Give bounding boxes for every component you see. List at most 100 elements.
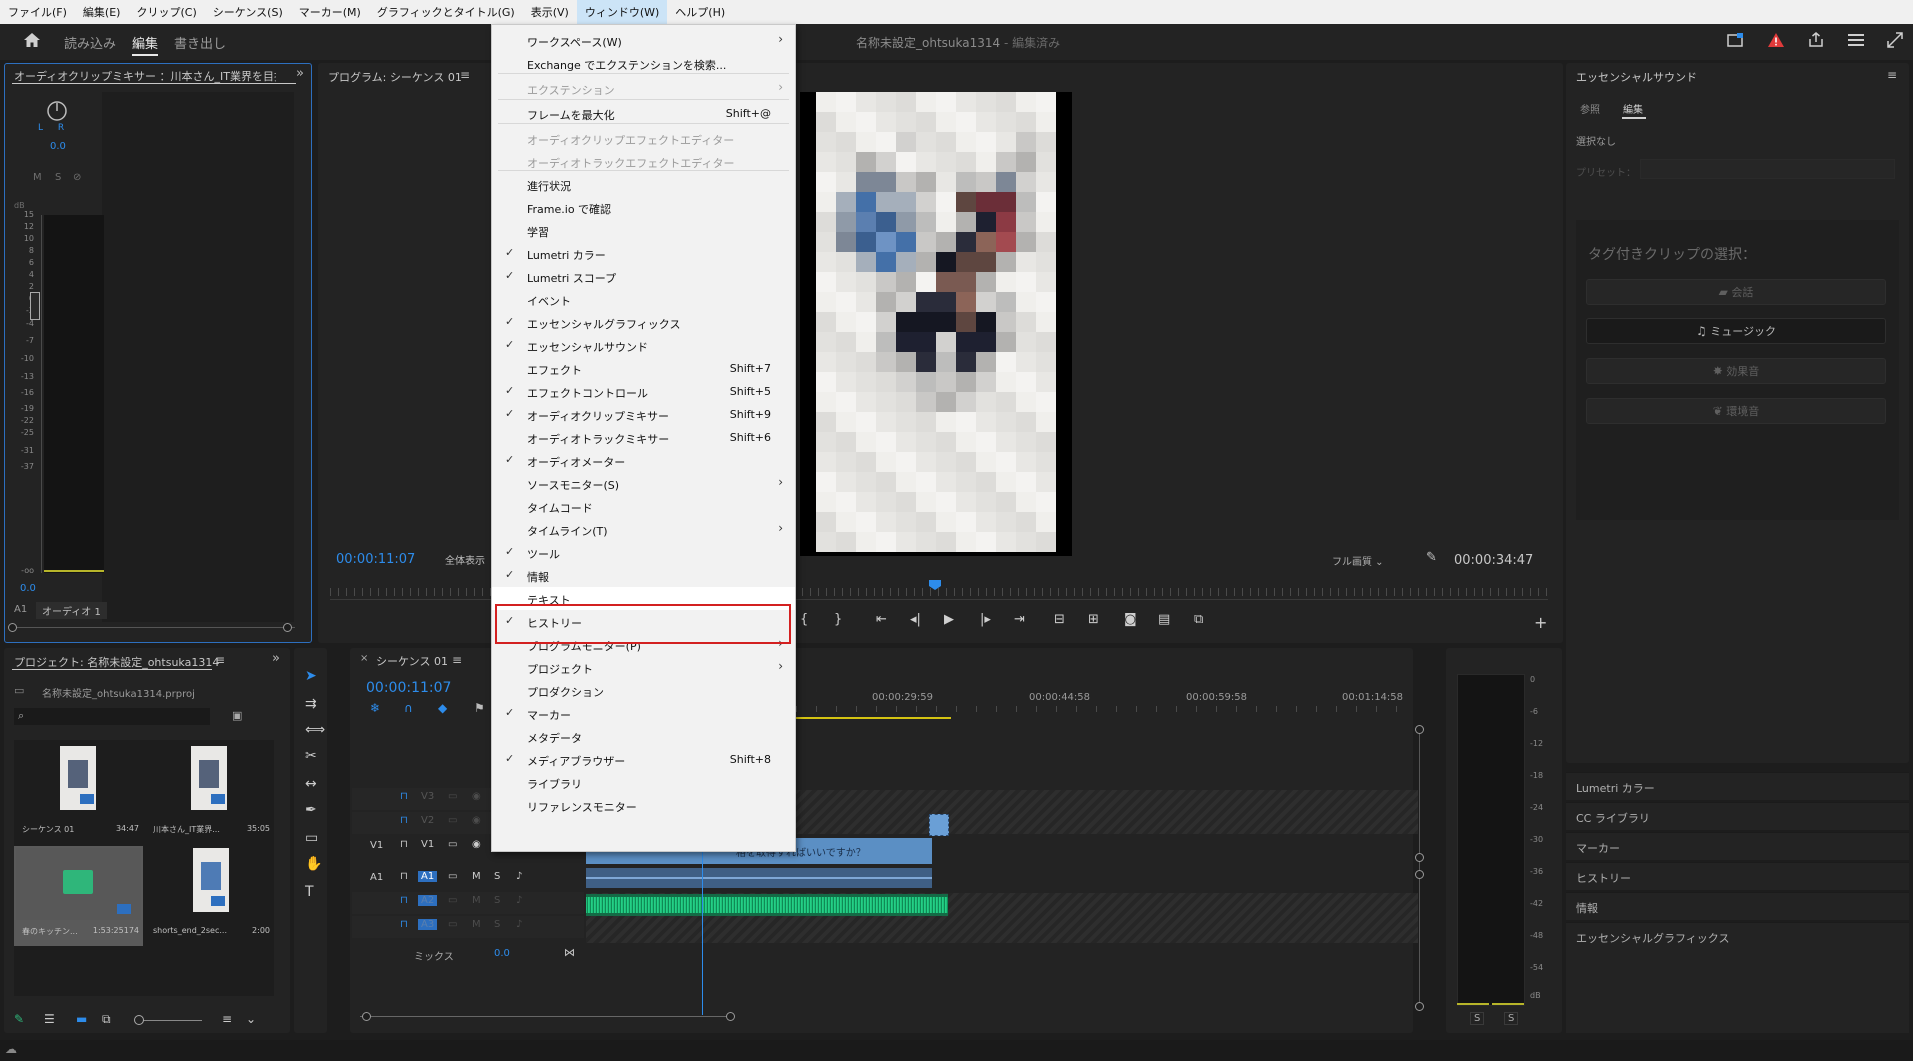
home-icon[interactable] bbox=[22, 32, 42, 52]
track-select-tool-icon[interactable]: ⇉ bbox=[305, 696, 317, 712]
go-to-in-icon[interactable]: ⇤ bbox=[876, 612, 887, 627]
menu-file[interactable]: ファイル(F) bbox=[0, 0, 75, 24]
keyframe-button[interactable]: ⊘ bbox=[73, 172, 81, 183]
freeform-view-icon[interactable]: ⧉ bbox=[102, 1012, 111, 1027]
menu-item[interactable]: オーディオクリップエフェクトエディター bbox=[492, 127, 795, 150]
menu-item[interactable]: イベント bbox=[492, 288, 795, 311]
mark-in-icon[interactable]: { bbox=[800, 612, 808, 627]
preset-dropdown[interactable] bbox=[1640, 159, 1895, 179]
timeline-settings-icon[interactable]: ⚑ bbox=[474, 701, 485, 715]
export-frame-icon[interactable]: ◙ bbox=[1124, 612, 1137, 627]
track-lock-icon[interactable]: ⊓ bbox=[400, 815, 408, 826]
scroll-handle-right[interactable] bbox=[283, 623, 292, 632]
razor-tool-icon[interactable]: ✂ bbox=[305, 748, 317, 764]
menu-item[interactable]: ✓ エッセンシャルサウンド bbox=[492, 334, 795, 357]
icon-view-icon[interactable]: ▬ bbox=[76, 1012, 87, 1026]
source-patch-v1[interactable]: V1 bbox=[370, 840, 383, 851]
hand-tool-icon[interactable]: ✋ bbox=[305, 856, 322, 872]
sequence-menu-icon[interactable]: ≡ bbox=[452, 653, 462, 667]
menu-item[interactable]: ✓ エフェクトコントロール Shift+5 bbox=[492, 380, 795, 403]
track-sync-icon[interactable]: ▭ bbox=[448, 839, 457, 850]
collapsed-panel[interactable]: Lumetri カラー bbox=[1566, 772, 1909, 800]
project-item[interactable]: シーケンス 01 34:47 bbox=[14, 744, 143, 844]
play-icon[interactable]: ▶ bbox=[944, 612, 954, 627]
menu-item[interactable]: メタデータ bbox=[492, 725, 795, 748]
track-header[interactable]: ⊓ A2 ▭ M S ♪ bbox=[352, 892, 584, 914]
track-name[interactable]: V1 bbox=[418, 839, 437, 850]
collapsed-panel[interactable]: CC ライブラリ bbox=[1566, 802, 1909, 830]
clip-a1[interactable] bbox=[586, 868, 932, 888]
menu-item[interactable]: ✓ マーカー bbox=[492, 702, 795, 725]
menu-clip[interactable]: クリップ(C) bbox=[128, 0, 204, 24]
track-solo-icon[interactable]: S bbox=[494, 919, 500, 930]
timeline-scroll-left[interactable] bbox=[362, 1012, 371, 1021]
menu-graphics[interactable]: グラフィックとタイトル(G) bbox=[369, 0, 523, 24]
track-fx-icon[interactable]: ▭ bbox=[448, 895, 457, 906]
menu-item[interactable]: ✓ オーディオクリップミキサー Shift+9 bbox=[492, 403, 795, 426]
program-timecode[interactable]: 00:00:11:07 bbox=[336, 552, 415, 567]
mix-value[interactable]: 0.0 bbox=[494, 948, 510, 959]
track-name[interactable]: A3 bbox=[418, 919, 438, 930]
menu-item[interactable]: オーディオトラックミキサー Shift+6 bbox=[492, 426, 795, 449]
share-icon[interactable] bbox=[1806, 32, 1826, 52]
track-fx-icon[interactable]: ▭ bbox=[448, 871, 457, 882]
track-mute-icon[interactable]: M bbox=[472, 919, 481, 930]
menu-item[interactable]: ✓ ツール bbox=[492, 541, 795, 564]
clip-v2[interactable] bbox=[929, 814, 949, 836]
solo-button[interactable]: S bbox=[55, 172, 61, 183]
collapsed-panel[interactable]: 情報 bbox=[1566, 892, 1909, 920]
mixer-scrollbar[interactable] bbox=[10, 627, 295, 628]
track-lock-icon[interactable]: ⊓ bbox=[400, 895, 408, 906]
menu-window[interactable]: ウィンドウ(W) bbox=[576, 0, 668, 24]
collapsed-panel[interactable]: エッセンシャルグラフィックス bbox=[1566, 922, 1909, 950]
linked-selection-icon[interactable]: ∩ bbox=[404, 701, 413, 715]
add-button-icon[interactable]: + bbox=[1534, 613, 1547, 632]
sequence-tab[interactable]: シーケンス 01 bbox=[376, 653, 448, 669]
sort-dropdown-icon[interactable]: ⌄ bbox=[246, 1012, 256, 1026]
menu-item[interactable]: ライブラリ bbox=[492, 771, 795, 794]
wrench-icon[interactable]: ✎ bbox=[1426, 550, 1437, 565]
menu-item[interactable]: エフェクト Shift+7 bbox=[492, 357, 795, 380]
menu-marker[interactable]: マーカー(M) bbox=[291, 0, 369, 24]
menu-help[interactable]: ヘルプ(H) bbox=[667, 0, 733, 24]
slip-tool-icon[interactable]: ↔ bbox=[305, 776, 317, 792]
menu-item[interactable]: 進行状況 bbox=[492, 173, 795, 196]
timeline-scrollbar[interactable] bbox=[360, 1016, 732, 1017]
fader-value[interactable]: 0.0 bbox=[20, 583, 36, 594]
menu-item[interactable]: フレームを最大化 Shift+@ bbox=[492, 102, 795, 125]
track-header[interactable]: ⊓ A3 ▭ M S ♪ bbox=[352, 916, 584, 938]
track-sync-icon[interactable]: ▭ bbox=[448, 791, 457, 802]
go-to-out-icon[interactable]: ⇥ bbox=[1014, 612, 1025, 627]
track-name[interactable]: A1 bbox=[418, 871, 438, 882]
collapsed-panel[interactable]: マーカー bbox=[1566, 832, 1909, 860]
clip-a2-music[interactable] bbox=[586, 894, 948, 916]
ripple-edit-tool-icon[interactable]: ⟺ bbox=[305, 722, 325, 738]
program-monitor-title[interactable]: プログラム: シーケンス 01 bbox=[328, 69, 462, 85]
menu-item[interactable]: Frame.io で確認 bbox=[492, 196, 795, 219]
lift-icon[interactable]: ⊟ bbox=[1054, 612, 1065, 627]
pan-value[interactable]: 0.0 bbox=[50, 141, 66, 152]
fullscreen-icon[interactable] bbox=[1885, 32, 1905, 52]
menu-item[interactable]: プロジェクト › bbox=[492, 656, 795, 679]
track-lock-icon[interactable]: ⊓ bbox=[400, 791, 408, 802]
track-lock-icon[interactable]: ⊓ bbox=[400, 839, 408, 850]
dialogue-button[interactable]: ▰ 会話 bbox=[1586, 279, 1886, 305]
menu-item[interactable]: ワークスペース(W) › bbox=[492, 29, 795, 52]
voiceover-icon[interactable]: ♪ bbox=[516, 919, 522, 930]
project-item[interactable]: shorts_end_2sec... 2:00 bbox=[145, 846, 274, 946]
voiceover-icon[interactable]: ♪ bbox=[516, 871, 522, 882]
source-patch-a1[interactable]: A1 bbox=[370, 872, 383, 883]
step-back-icon[interactable]: ◂| bbox=[910, 612, 921, 627]
volume-fader[interactable] bbox=[30, 292, 40, 320]
collapsed-panel[interactable]: ヒストリー bbox=[1566, 862, 1909, 890]
rectangle-tool-icon[interactable]: ▭ bbox=[305, 830, 318, 846]
menu-item[interactable]: ✓ エッセンシャルグラフィックス bbox=[492, 311, 795, 334]
menu-item[interactable]: Exchange でエクステンションを検索... bbox=[492, 52, 795, 75]
essential-sound-menu-icon[interactable]: ≡ bbox=[1887, 68, 1897, 82]
workspaces-menu-icon[interactable] bbox=[1846, 32, 1866, 52]
track-visibility-icon[interactable]: ◉ bbox=[472, 839, 481, 850]
track-mute-icon[interactable]: M bbox=[472, 895, 481, 906]
essential-sound-title[interactable]: エッセンシャルサウンド bbox=[1576, 69, 1697, 85]
track-lock-icon[interactable]: ⊓ bbox=[400, 919, 408, 930]
track-lock-icon[interactable]: ⊓ bbox=[400, 871, 408, 882]
